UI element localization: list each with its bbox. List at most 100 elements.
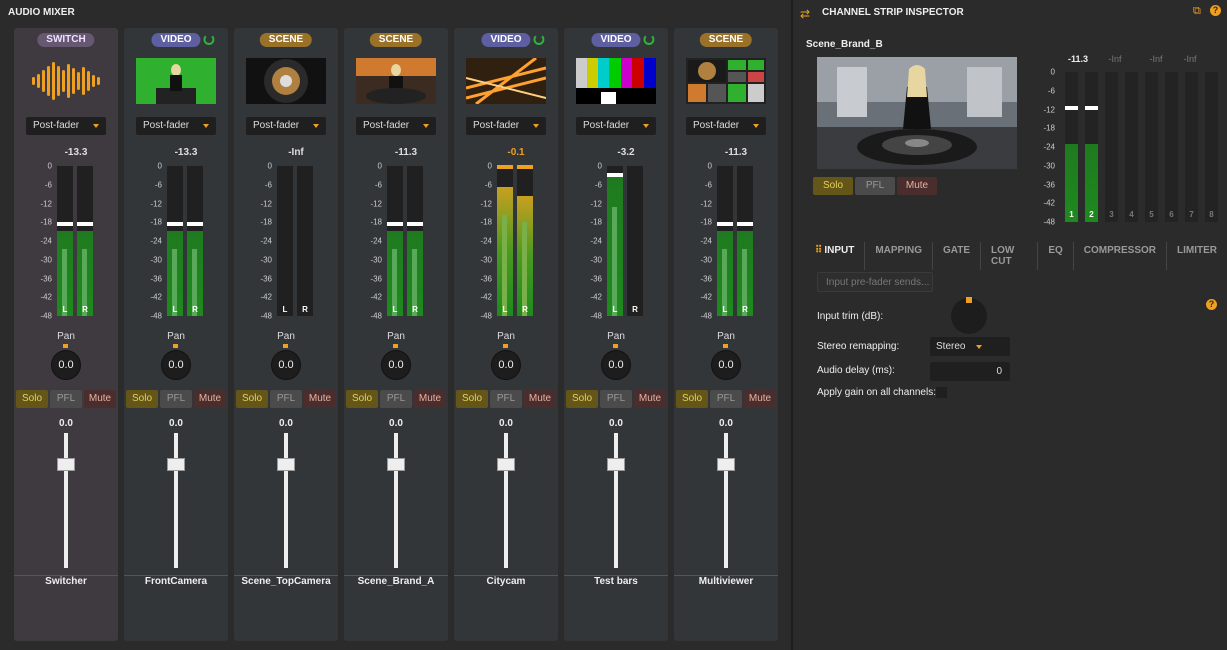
channel-strip[interactable]: SWITCH Post-fader -13.3 0 -6 -12 -18 -24 -30 -36 -…	[14, 28, 118, 641]
panel-title: AUDIO MIXER	[8, 7, 75, 18]
scale-label: 0	[1050, 67, 1055, 77]
mute-button[interactable]: Mute	[744, 390, 776, 408]
tab-low-cut[interactable]: LOW CUT	[981, 242, 1039, 270]
send-mode-select[interactable]: Post-fader	[136, 117, 216, 135]
fader-handle[interactable]	[57, 458, 75, 471]
pan-knob[interactable]: 0.0	[161, 350, 191, 380]
inspector-pfl-button[interactable]: PFL	[855, 177, 895, 195]
tab-gate[interactable]: GATE	[933, 242, 982, 270]
solo-button[interactable]: Solo	[566, 390, 598, 408]
tab-mapping[interactable]: MAPPING	[865, 242, 933, 270]
fader-track[interactable]	[284, 433, 288, 568]
popout-icon[interactable]: ⧉	[1193, 5, 1201, 18]
tab-limiter[interactable]: LIMITER	[1167, 242, 1227, 270]
pan-knob[interactable]: 0.0	[51, 350, 81, 380]
recycle-icon	[643, 34, 655, 45]
scale-label: 0	[597, 161, 602, 171]
pfl-button[interactable]: PFL	[710, 390, 742, 408]
scale-label: -24	[590, 236, 602, 246]
prefader-sends-button[interactable]: Input pre-fader sends...	[817, 272, 933, 292]
inspector-solo-button[interactable]: Solo	[813, 177, 853, 195]
tab-compressor[interactable]: COMPRESSOR	[1074, 242, 1167, 270]
scale-label: -6	[44, 180, 52, 190]
fader-track[interactable]	[724, 433, 728, 568]
fader-handle[interactable]	[717, 458, 735, 471]
fader-handle[interactable]	[387, 458, 405, 471]
strip-name: Scene_Brand_A	[357, 576, 435, 587]
pan-knob[interactable]: 0.0	[601, 350, 631, 380]
pfl-button[interactable]: PFL	[160, 390, 192, 408]
scale-label: -42	[700, 292, 712, 302]
channel-strip[interactable]: VIDEO Post-fader -13.3 0 -6 -12 -18 -24 -30 -36 -4…	[124, 28, 228, 641]
solo-button[interactable]: Solo	[126, 390, 158, 408]
pfl-button[interactable]: PFL	[600, 390, 632, 408]
inspector-mute-button[interactable]: Mute	[897, 177, 937, 195]
fader-handle[interactable]	[607, 458, 625, 471]
fader-handle[interactable]	[277, 458, 295, 471]
send-mode-select[interactable]: Post-fader	[576, 117, 656, 135]
scale-label: -12	[480, 199, 492, 208]
pan-knob[interactable]: 0.0	[381, 350, 411, 380]
scale-label: -36	[480, 274, 492, 283]
fader-handle[interactable]	[497, 458, 515, 471]
tab-label: INPUT	[824, 245, 855, 256]
fader-track[interactable]	[614, 433, 618, 568]
mute-button[interactable]: Mute	[524, 390, 556, 408]
pan-indicator	[503, 344, 508, 348]
channel-strip[interactable]: VIDEO Post-fader -3.2 0 -6 -12 -18 -24 -30 -36 -42…	[564, 28, 668, 641]
trim-knob-indicator	[966, 297, 972, 303]
tab-eq[interactable]: EQ	[1038, 242, 1074, 270]
strip-name: Citycam	[486, 576, 526, 587]
mute-button[interactable]: Mute	[634, 390, 666, 408]
channel-strip[interactable]: SCENE Post-fader -Inf 0 -6 -12 -18 -24 -30 -36 -42…	[234, 28, 338, 641]
channel-strip[interactable]: VIDEO Post-fader -0.1 0 -6 -12 -18 -24 -30 -36 -42…	[454, 28, 558, 641]
fader-track[interactable]	[64, 433, 68, 568]
solo-button[interactable]: Solo	[676, 390, 708, 408]
mute-button[interactable]: Mute	[304, 390, 336, 408]
scale-label: -48	[700, 311, 712, 321]
pfl-button[interactable]: PFL	[50, 390, 82, 408]
fader-track[interactable]	[504, 433, 508, 568]
strip-name: Scene_TopCamera	[241, 576, 331, 587]
fader-handle[interactable]	[167, 458, 185, 471]
solo-button[interactable]: Solo	[16, 390, 48, 408]
pfl-button[interactable]: PFL	[380, 390, 412, 408]
send-mode-select[interactable]: Post-fader	[466, 117, 546, 135]
pan-knob[interactable]: 0.0	[711, 350, 741, 380]
scale-label: -36	[1043, 180, 1055, 189]
audio-delay-input[interactable]: 0	[930, 362, 1010, 381]
help-icon[interactable]: ?	[1210, 5, 1221, 16]
stereo-remapping-select[interactable]: Stereo	[930, 337, 1010, 356]
solo-button[interactable]: Solo	[346, 390, 378, 408]
fader-track[interactable]	[174, 433, 178, 568]
mute-button[interactable]: Mute	[414, 390, 446, 408]
apply-gain-checkbox[interactable]	[936, 387, 947, 398]
mute-button[interactable]: Mute	[194, 390, 226, 408]
swap-icon[interactable]: ⇄	[800, 7, 810, 21]
mute-button[interactable]: Mute	[84, 390, 116, 408]
input-trim-knob[interactable]	[951, 298, 987, 334]
strip-name: Switcher	[45, 576, 87, 587]
send-mode-value: Post-fader	[253, 120, 300, 131]
solo-button[interactable]: Solo	[456, 390, 488, 408]
solo-button[interactable]: Solo	[236, 390, 268, 408]
send-mode-select[interactable]: Post-fader	[26, 117, 106, 135]
pfl-button[interactable]: PFL	[490, 390, 522, 408]
pan-knob[interactable]: 0.0	[491, 350, 521, 380]
strip-buttons: Solo PFL Mute	[16, 390, 116, 408]
inspector-meter: 8	[1205, 72, 1218, 222]
pan-knob[interactable]: 0.0	[271, 350, 301, 380]
send-mode-select[interactable]: Post-fader	[246, 117, 326, 135]
send-mode-select[interactable]: Post-fader	[686, 117, 766, 135]
scale-label: -36	[700, 274, 712, 283]
fader-track[interactable]	[394, 433, 398, 568]
pfl-button[interactable]: PFL	[270, 390, 302, 408]
scale-label: -42	[150, 292, 162, 302]
channel-strip[interactable]: SCENE Post-fader -11.3 0 -6 -12 -18 -24 -30 -36 -4…	[344, 28, 448, 641]
fader-value: 0.0	[59, 418, 73, 429]
tab-input[interactable]: ⠿ INPUT	[809, 242, 866, 270]
channel-strip[interactable]: SCENE Post-fader -11.3 0 -6 -12 -18 -24 -30 -36 -4…	[674, 28, 778, 641]
input-help-icon[interactable]: ?	[1206, 299, 1217, 310]
send-mode-select[interactable]: Post-fader	[356, 117, 436, 135]
chevron-down-icon	[533, 124, 539, 128]
